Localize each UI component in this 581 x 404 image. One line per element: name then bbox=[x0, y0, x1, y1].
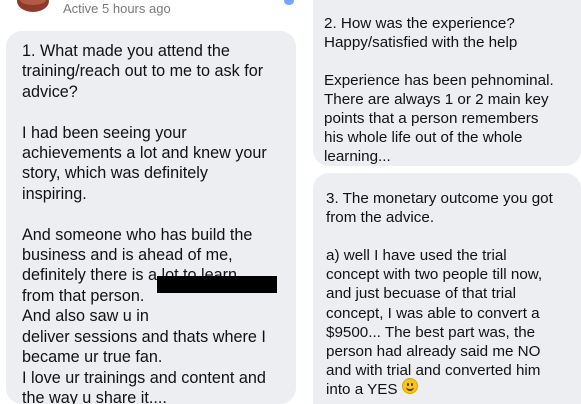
message-bubble[interactable]: 3. The monetary outcome you got from the… bbox=[313, 173, 581, 404]
smiling-face-emoji-icon bbox=[402, 378, 418, 394]
message-text: 2. How was the experience? Happy/satisfi… bbox=[324, 15, 554, 165]
conversation-header: Active 5 hours ago bbox=[0, 0, 310, 26]
message-text: 3. The monetary outcome you got from the… bbox=[326, 190, 553, 398]
message-bubble[interactable]: 2. How was the experience? Happy/satisfi… bbox=[313, 0, 581, 166]
active-status: Active 5 hours ago bbox=[63, 1, 171, 16]
avatar[interactable] bbox=[17, 0, 49, 12]
redaction-bar bbox=[157, 276, 277, 293]
message-bubble[interactable]: 1. What made you attend the training/rea… bbox=[6, 31, 296, 404]
message-text: 1. What made you attend the training/rea… bbox=[22, 42, 267, 404]
info-icon[interactable] bbox=[284, 0, 294, 5]
